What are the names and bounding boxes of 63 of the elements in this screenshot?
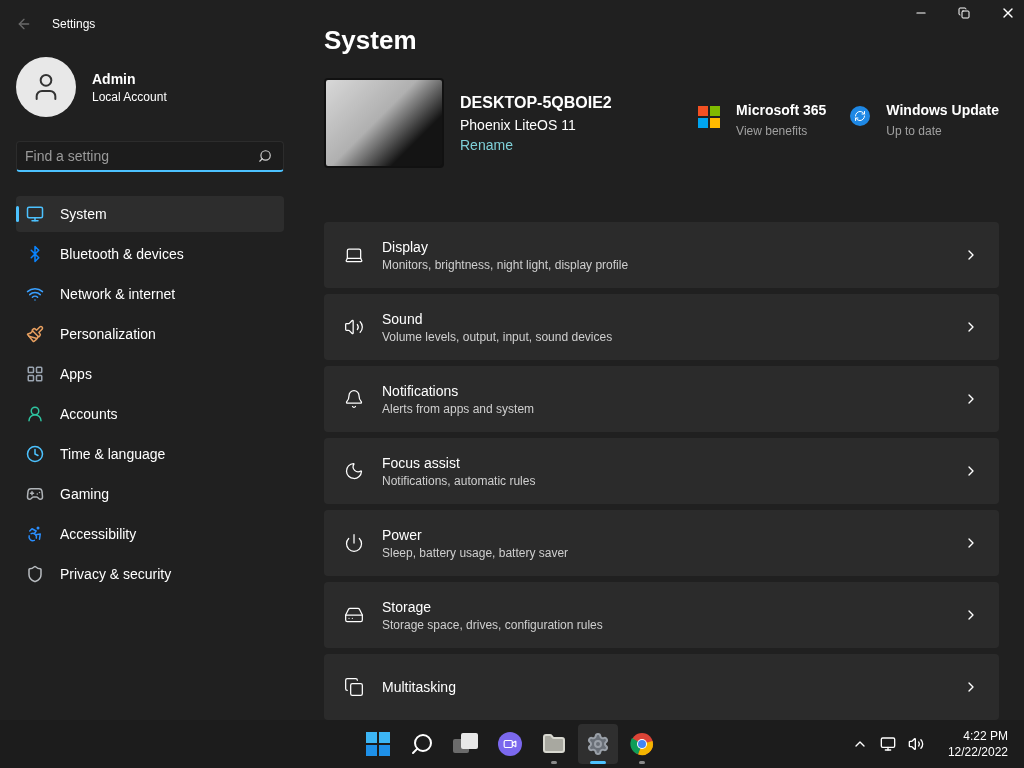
clock-date: 12/22/2022 xyxy=(947,744,1008,760)
sidebar-item[interactable]: Accounts xyxy=(16,396,284,432)
settings-card[interactable]: Multitasking xyxy=(324,654,999,720)
taskbar-app[interactable] xyxy=(578,724,618,764)
selection-indicator xyxy=(16,206,19,222)
sidebar-item[interactable]: Privacy & security xyxy=(16,556,284,592)
system-icon xyxy=(26,205,44,223)
time-icon xyxy=(26,445,44,463)
power-icon xyxy=(344,533,364,553)
clock-time: 4:22 PM xyxy=(963,728,1008,744)
settings-card[interactable]: Power Sleep, battery usage, battery saver xyxy=(324,510,999,576)
settings-card[interactable]: Sound Volume levels, output, input, sound devices xyxy=(324,294,999,360)
windows-logo-icon xyxy=(366,732,390,756)
sidebar-item[interactable]: Network & internet xyxy=(16,276,284,312)
info-tile[interactable]: Windows Update Up to date xyxy=(850,99,999,139)
settings-card[interactable]: Focus assist Notifications, automatic rules xyxy=(324,438,999,504)
search-icon xyxy=(410,732,434,756)
sidebar-item[interactable]: Accessibility xyxy=(16,516,284,552)
settings-card[interactable]: Storage Storage space, drives, configuration rules xyxy=(324,582,999,648)
gaming-icon xyxy=(26,485,44,503)
apps-icon xyxy=(26,365,44,383)
sidebar-item[interactable]: Gaming xyxy=(16,476,284,512)
volume-icon[interactable] xyxy=(907,736,924,752)
stacked-windows-icon xyxy=(453,733,479,755)
network-icon[interactable] xyxy=(879,736,896,752)
accounts-icon xyxy=(26,405,44,423)
settings-card[interactable]: Display Monitors, brightness, night light, display profile xyxy=(324,222,999,288)
os-name: Phoenix LiteOS 11 xyxy=(460,116,577,135)
running-indicator xyxy=(590,761,606,764)
sidebar-item[interactable]: Personalization xyxy=(16,316,284,352)
running-indicator xyxy=(639,761,645,764)
multitasking-icon xyxy=(344,677,364,697)
sidebar-item[interactable]: Bluetooth & devices xyxy=(16,236,284,272)
device-name: DESKTOP-5QBOIE2 xyxy=(460,93,612,113)
back-icon[interactable] xyxy=(16,16,32,32)
sound-icon xyxy=(344,317,364,337)
info-tile[interactable]: Microsoft 365 View benefits xyxy=(698,99,827,139)
sync-icon xyxy=(850,105,871,126)
search-field[interactable]: Find a setting xyxy=(16,141,284,172)
settings-card[interactable]: Notifications Alerts from apps and system xyxy=(324,366,999,432)
sidebar-item[interactable]: Time & language xyxy=(16,436,284,472)
sidebar-item[interactable]: System xyxy=(16,196,284,232)
search-icon[interactable] xyxy=(258,149,272,163)
four-squares-logo-icon xyxy=(698,105,721,128)
privacy-icon xyxy=(26,565,44,583)
restore-icon[interactable] xyxy=(958,6,970,19)
storage-icon xyxy=(344,605,364,625)
rename-link[interactable]: Rename xyxy=(460,135,612,155)
folder-icon xyxy=(542,732,566,756)
notifications-icon xyxy=(344,389,364,409)
account-type: Local Account xyxy=(92,89,167,105)
account-name: Admin xyxy=(92,70,137,89)
video-chat-icon xyxy=(498,732,522,756)
accessibility-icon xyxy=(26,525,44,543)
page-title: System xyxy=(324,24,418,57)
sidebar-item[interactable]: Apps xyxy=(16,356,284,392)
round-browser-logo-icon xyxy=(630,732,654,756)
gear-icon xyxy=(586,732,610,756)
window-title: Settings xyxy=(52,16,96,32)
network-icon xyxy=(26,285,44,303)
running-indicator xyxy=(551,761,557,764)
focus-icon xyxy=(344,461,364,481)
brush-icon xyxy=(26,325,44,343)
